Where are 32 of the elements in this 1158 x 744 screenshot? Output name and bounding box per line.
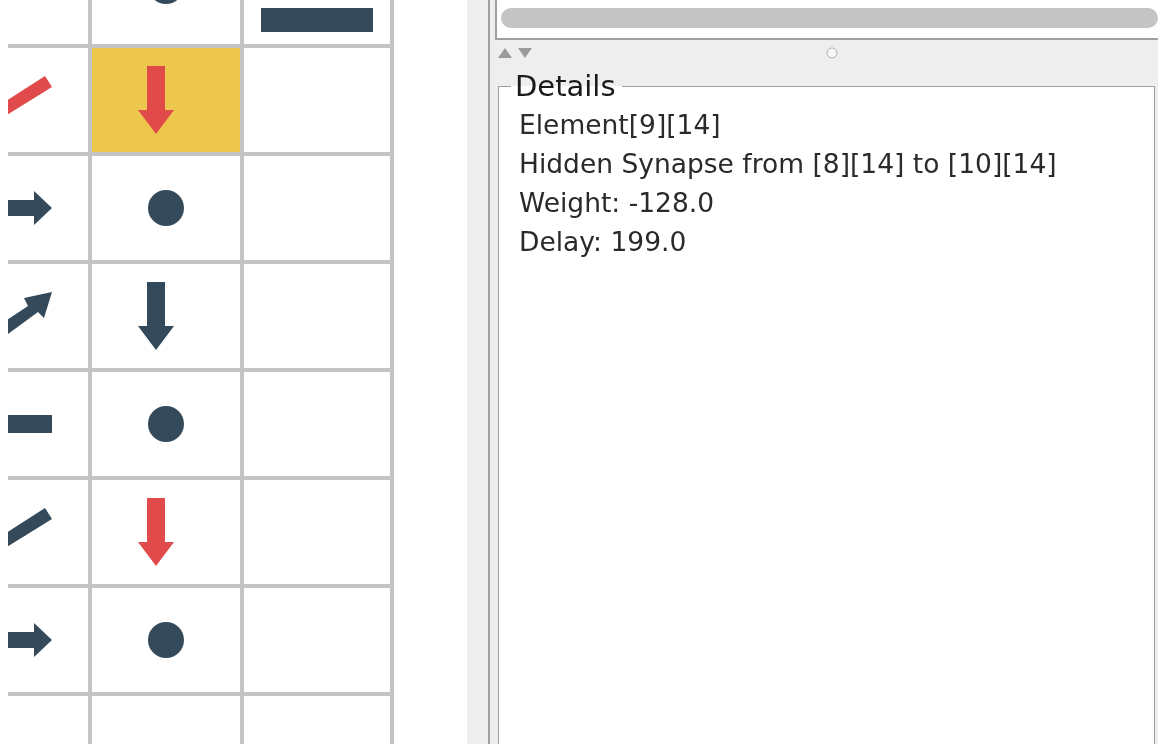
scrollbar-thumb[interactable] xyxy=(501,8,1158,28)
grid-cell[interactable] xyxy=(244,156,390,260)
detail-line: Hidden Synapse from [8][14] to [10][14] xyxy=(519,147,1058,181)
grid-cell[interactable] xyxy=(8,696,88,744)
up-arrow-icon[interactable] xyxy=(498,48,512,58)
grid-cell[interactable] xyxy=(8,264,88,368)
detail-line: Element[9][14] xyxy=(519,108,722,142)
grid-cell[interactable] xyxy=(8,480,88,584)
grid-cell[interactable] xyxy=(244,480,390,584)
grid-cell[interactable] xyxy=(244,696,390,744)
grid-cell[interactable] xyxy=(8,48,88,152)
grip-icon[interactable] xyxy=(826,47,838,59)
grid-cell[interactable] xyxy=(244,372,390,476)
grid-cell[interactable] xyxy=(8,372,88,476)
grid-cell[interactable] xyxy=(8,156,88,260)
grid-cell[interactable] xyxy=(92,696,240,744)
grid-cell[interactable] xyxy=(244,588,390,692)
grid-cell[interactable] xyxy=(92,48,240,152)
grid-cell[interactable] xyxy=(92,0,240,44)
detail-line: Weight: -128.0 xyxy=(519,186,716,220)
grid-cell[interactable] xyxy=(8,588,88,692)
grid-cell[interactable] xyxy=(92,156,240,260)
detail-line: Delay: 199.0 xyxy=(519,225,688,259)
grid-cell[interactable] xyxy=(92,264,240,368)
grid-cell[interactable] xyxy=(244,0,390,44)
grid-cell[interactable] xyxy=(92,372,240,476)
down-arrow-icon[interactable] xyxy=(518,48,532,58)
grid-cell[interactable] xyxy=(244,48,390,152)
grid-cell[interactable] xyxy=(244,264,390,368)
grid-cell[interactable] xyxy=(92,588,240,692)
grid-cell[interactable] xyxy=(8,0,88,44)
grid-cell[interactable] xyxy=(92,480,240,584)
